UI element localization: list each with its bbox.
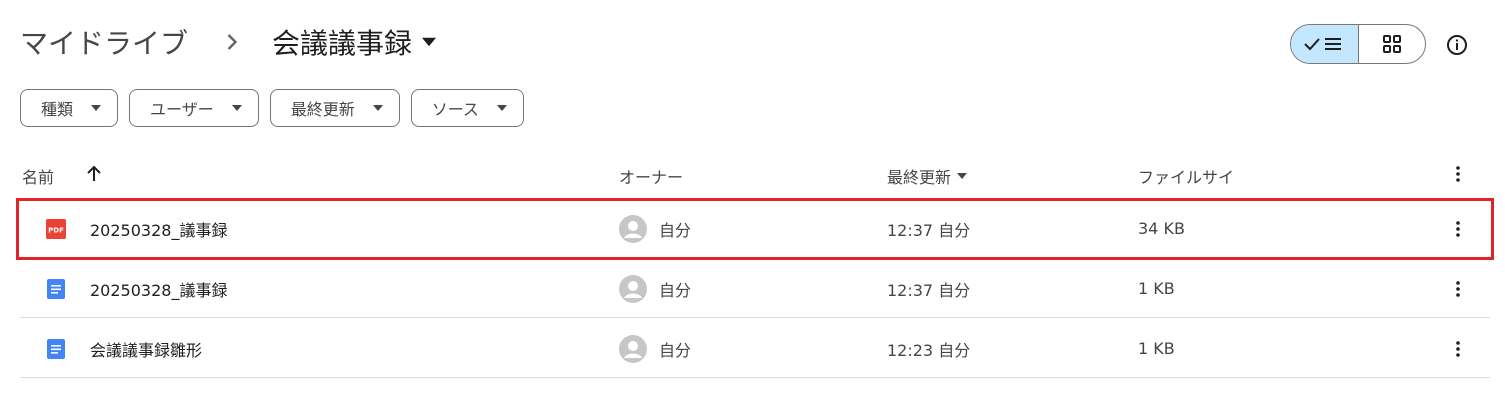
modified-cell: 12:37 自分 xyxy=(887,280,971,300)
size-cell: 1 KB xyxy=(1138,279,1175,298)
caret-down-icon xyxy=(422,37,437,47)
arrow-up-icon[interactable] xyxy=(84,164,104,184)
pdf-file-icon: PDF xyxy=(44,200,68,257)
column-header-modified[interactable]: 最終更新 xyxy=(887,164,968,188)
column-header-size[interactable]: ファイルサイ xyxy=(1138,164,1234,188)
file-list-header: 名前 オーナー 最終更新 ファイルサイ xyxy=(20,154,1490,194)
current-folder-title: 会議議事録 xyxy=(272,27,413,60)
file-name: 20250328_議事録 xyxy=(90,220,228,240)
file-name: 会議議事録雛形 xyxy=(90,340,203,360)
owner-name: 自分 xyxy=(659,340,692,360)
avatar-icon xyxy=(619,334,647,363)
table-row[interactable]: PDF 20250328_議事録 自分 12:37 自分 34 KB xyxy=(20,200,1490,258)
more-vert-icon xyxy=(1456,340,1460,357)
filter-source[interactable]: ソース xyxy=(410,89,524,127)
owner-cell: 自分 xyxy=(619,200,691,257)
filter-type[interactable]: 種類 xyxy=(20,89,119,127)
filter-source-label: ソース xyxy=(431,100,479,119)
caret-down-icon xyxy=(372,105,383,111)
view-toggle xyxy=(1290,24,1426,64)
google-doc-icon xyxy=(44,320,68,377)
owner-name: 自分 xyxy=(659,220,692,240)
caret-down-icon xyxy=(957,173,968,179)
breadcrumb: マイドライブ 会議議事録 xyxy=(20,18,437,66)
filter-people[interactable]: ユーザー xyxy=(129,89,259,127)
owner-cell: 自分 xyxy=(619,320,691,377)
filter-people-label: ユーザー xyxy=(150,100,214,119)
column-header-owner: オーナー xyxy=(619,168,684,187)
column-header-name[interactable]: 名前 xyxy=(22,164,54,188)
drive-folder-view: マイドライブ 会議議事録 種類 ユーザー 最終更新 ソース 名前 オーナー 最終… xyxy=(0,0,1505,411)
caret-down-icon xyxy=(91,105,102,111)
filter-type-label: 種類 xyxy=(41,100,74,119)
more-vert-icon xyxy=(1456,166,1460,182)
avatar-icon xyxy=(619,274,647,303)
column-options-button[interactable] xyxy=(1446,162,1470,186)
filter-modified-label: 最終更新 xyxy=(290,100,355,119)
owner-name: 自分 xyxy=(659,280,692,300)
table-row[interactable]: 20250328_議事録 自分 12:37 自分 1 KB xyxy=(20,260,1490,318)
file-name: 20250328_議事録 xyxy=(90,280,228,300)
modified-cell: 12:23 自分 xyxy=(887,340,971,360)
caret-down-icon xyxy=(496,105,507,111)
list-view-button[interactable] xyxy=(1291,25,1359,63)
more-vert-icon xyxy=(1456,280,1460,297)
filter-chips: 種類 ユーザー 最終更新 ソース xyxy=(20,89,535,127)
caret-down-icon xyxy=(231,105,242,111)
chevron-right-icon xyxy=(227,34,238,50)
row-more-actions-button[interactable] xyxy=(1446,200,1470,257)
table-row[interactable]: 会議議事録雛形 自分 12:23 自分 1 KB xyxy=(20,320,1490,378)
row-more-actions-button[interactable] xyxy=(1446,260,1470,317)
row-more-actions-button[interactable] xyxy=(1446,320,1470,377)
details-button[interactable] xyxy=(1440,28,1474,62)
size-cell: 34 KB xyxy=(1138,219,1185,238)
pdf-icon-text: PDF xyxy=(48,226,64,234)
breadcrumb-current-folder[interactable]: 会議議事録 xyxy=(272,22,437,62)
column-header-modified-label: 最終更新 xyxy=(887,168,952,187)
more-vert-icon xyxy=(1456,220,1460,237)
grid-view-button[interactable] xyxy=(1359,25,1426,63)
owner-cell: 自分 xyxy=(619,260,691,317)
avatar-icon xyxy=(619,214,647,243)
filter-modified[interactable]: 最終更新 xyxy=(269,89,400,127)
google-doc-icon xyxy=(44,260,68,317)
checked-list-icon xyxy=(1304,38,1342,51)
grid-icon xyxy=(1382,35,1401,53)
modified-cell: 12:37 自分 xyxy=(887,220,971,240)
size-cell: 1 KB xyxy=(1138,339,1175,358)
breadcrumb-my-drive[interactable]: マイドライブ xyxy=(20,22,192,62)
info-icon xyxy=(1447,35,1467,55)
